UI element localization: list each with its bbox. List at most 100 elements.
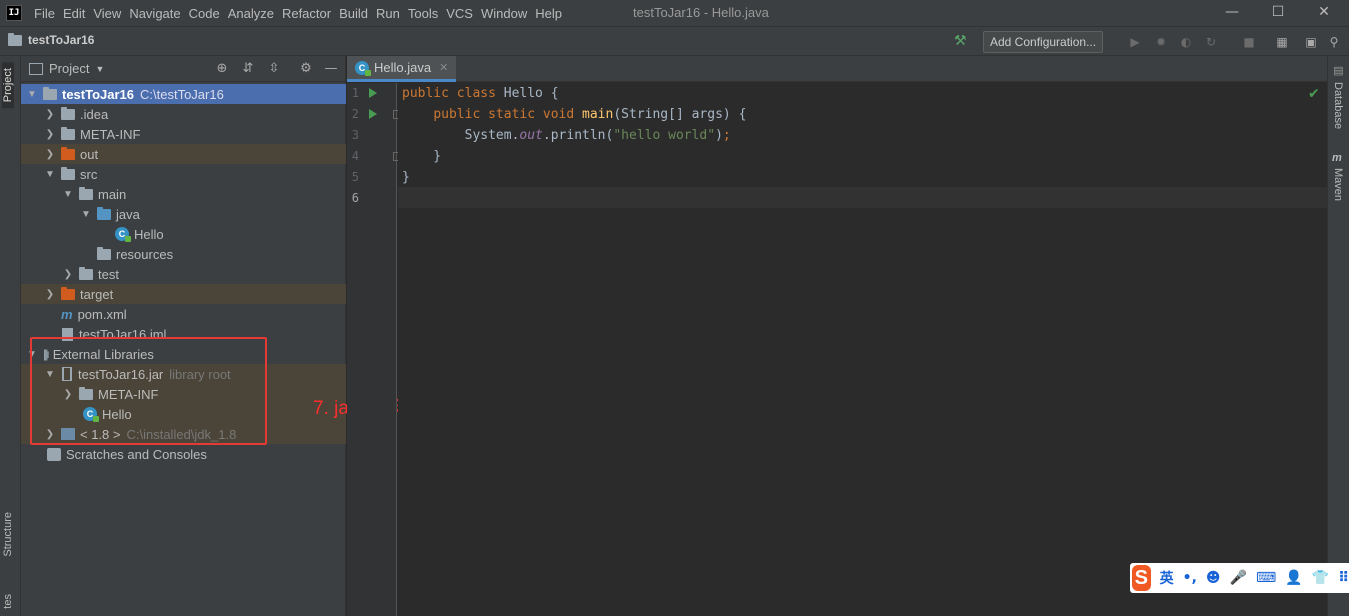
editor-gutter: 1 2 3 4 5 6 [347,83,402,616]
chevron-right-icon[interactable]: ❯ [43,149,57,160]
stop-icon[interactable]: ■ [1241,34,1257,50]
database-tool-tab[interactable]: Database [1332,82,1344,129]
line-number: 4 [351,149,359,163]
chevron-down-icon[interactable]: ▼ [43,169,57,180]
expand-all-icon[interactable]: ⇵ [240,61,256,77]
menu-tools[interactable]: Tools [408,6,438,21]
chevron-down-icon[interactable]: ▼ [61,189,75,200]
menu-vcs[interactable]: VCS [446,6,473,21]
bottom-tool-tab[interactable]: tes [2,594,14,609]
run-gutter-icon[interactable] [369,109,377,119]
maven-tool-tab[interactable]: Maven [1332,168,1344,201]
collapse-all-icon[interactable]: ⇳ [266,61,282,77]
menu-view[interactable]: View [93,6,121,21]
tree-item-label: test [98,266,119,282]
menu-run[interactable]: Run [376,6,400,21]
folder-icon [61,126,75,140]
add-configuration-button[interactable]: Add Configuration... [983,31,1104,53]
tree-item-out[interactable]: ❯ out [21,144,346,164]
folder-icon [61,106,75,120]
debug-icon[interactable]: ✹ [1153,34,1169,50]
code-line-5: } [402,170,410,185]
code-editor[interactable]: public class Hello { public static void … [398,83,1327,616]
tree-item-label: java [116,206,140,222]
ime-punctuation-icon[interactable]: •, [1183,570,1197,586]
tree-item-java[interactable]: ▼ java [21,204,346,224]
sogou-logo-icon[interactable]: S [1132,565,1151,591]
tree-item-meta-inf[interactable]: ❯ META-INF [21,124,346,144]
structure-tool-tab[interactable]: Structure [2,512,14,557]
chevron-right-icon[interactable]: ❯ [43,109,57,120]
profile-icon[interactable]: ↻ [1203,34,1219,50]
ime-language-toggle[interactable]: 英 [1160,568,1174,588]
locate-file-icon[interactable]: ⊕ [214,61,230,77]
annotation-highlight-box [30,337,267,445]
tab-hello-java[interactable]: C Hello.java ✕ [347,56,457,82]
navigation-bar: testToJar16 ⚒ Add Configuration... ▶ ✹ ◐… [0,26,1349,56]
hide-panel-icon[interactable]: — [323,61,339,77]
project-tool-tab[interactable]: Project [2,62,14,109]
chevron-down-icon[interactable]: ▼ [95,64,104,74]
chevron-down-icon[interactable]: ▼ [79,209,93,220]
menu-navigate[interactable]: Navigate [129,6,180,21]
source-folder-icon [97,206,111,220]
ime-toolbox-icon[interactable]: ⠿ [1338,570,1349,586]
tree-item-idea[interactable]: ❯ .idea [21,104,346,124]
run-icon[interactable]: ▶ [1127,34,1143,50]
minimize-icon[interactable]: — [1209,0,1255,26]
tree-item-src[interactable]: ▼ src [21,164,346,184]
run-gutter-icon[interactable] [369,88,377,98]
ime-keyboard-icon[interactable]: ⌨ [1256,570,1276,586]
excluded-folder-icon [61,146,75,160]
tree-item-scratches[interactable]: Scratches and Consoles [21,444,346,464]
project-view-selector[interactable]: Project [49,61,89,76]
close-tab-icon[interactable]: ✕ [439,61,448,74]
project-structure-icon[interactable]: ▦ [1274,34,1290,50]
menu-build[interactable]: Build [339,6,368,21]
tree-item-label: META-INF [80,126,141,142]
chevron-down-icon[interactable]: ▼ [25,89,39,100]
ime-emoji-icon[interactable]: ☻ [1206,570,1221,586]
code-line-2: public static void main(String[] args) { [433,107,747,122]
tree-item-test[interactable]: ❯ test [21,264,346,284]
tree-item-path: C:\testToJar16 [140,86,224,102]
ime-skin-icon[interactable]: 👕 [1312,570,1329,586]
menu-code[interactable]: Code [189,6,220,21]
line-number: 2 [351,107,359,121]
breadcrumb[interactable]: testToJar16 [8,32,94,47]
chevron-right-icon[interactable]: ❯ [43,289,57,300]
search-everywhere-icon[interactable]: ⚲ [1326,34,1342,50]
resources-folder-icon [97,246,111,260]
line-number: 1 [351,86,359,100]
no-problems-check-icon[interactable]: ✔ [1308,86,1320,102]
chevron-right-icon[interactable]: ❯ [61,269,75,280]
tree-item-pom[interactable]: m pom.xml [21,304,346,324]
coverage-icon[interactable]: ◐ [1178,34,1194,50]
menu-bar: IJ File Edit View Navigate Code Analyze … [0,0,1349,26]
presentation-icon[interactable]: ▣ [1303,34,1319,50]
menu-edit[interactable]: Edit [63,6,85,21]
gear-icon[interactable]: ⚙ [298,61,314,77]
tree-item-main[interactable]: ▼ main [21,184,346,204]
tree-item-label: out [80,146,99,162]
chevron-right-icon[interactable]: ❯ [43,129,57,140]
tree-item-project-root[interactable]: ▼ testToJar16 C:\testToJar16 [21,84,346,104]
line-number: 3 [351,128,359,142]
menu-help[interactable]: Help [535,6,562,21]
menu-analyze[interactable]: Analyze [228,6,274,21]
tree-item-hello-class[interactable]: C Hello [21,224,346,244]
ime-account-icon[interactable]: 👤 [1285,570,1302,586]
close-window-icon[interactable]: ✕ [1301,0,1347,26]
ime-voice-icon[interactable]: 🎤 [1230,570,1247,586]
tree-item-resources[interactable]: resources [21,244,346,264]
code-line-3: System.out.println("hello world"); [402,128,731,143]
menu-file[interactable]: File [34,6,55,21]
maximize-icon[interactable]: ☐ [1255,0,1301,26]
excluded-folder-icon [61,286,75,300]
build-hammer-icon[interactable]: ⚒ [954,33,967,49]
menu-window[interactable]: Window [481,6,527,21]
menu-refactor[interactable]: Refactor [282,6,331,21]
right-tool-strip: ▤ Database m Maven [1327,56,1349,616]
tree-item-target[interactable]: ❯ target [21,284,346,304]
code-line-4: } [402,149,442,164]
